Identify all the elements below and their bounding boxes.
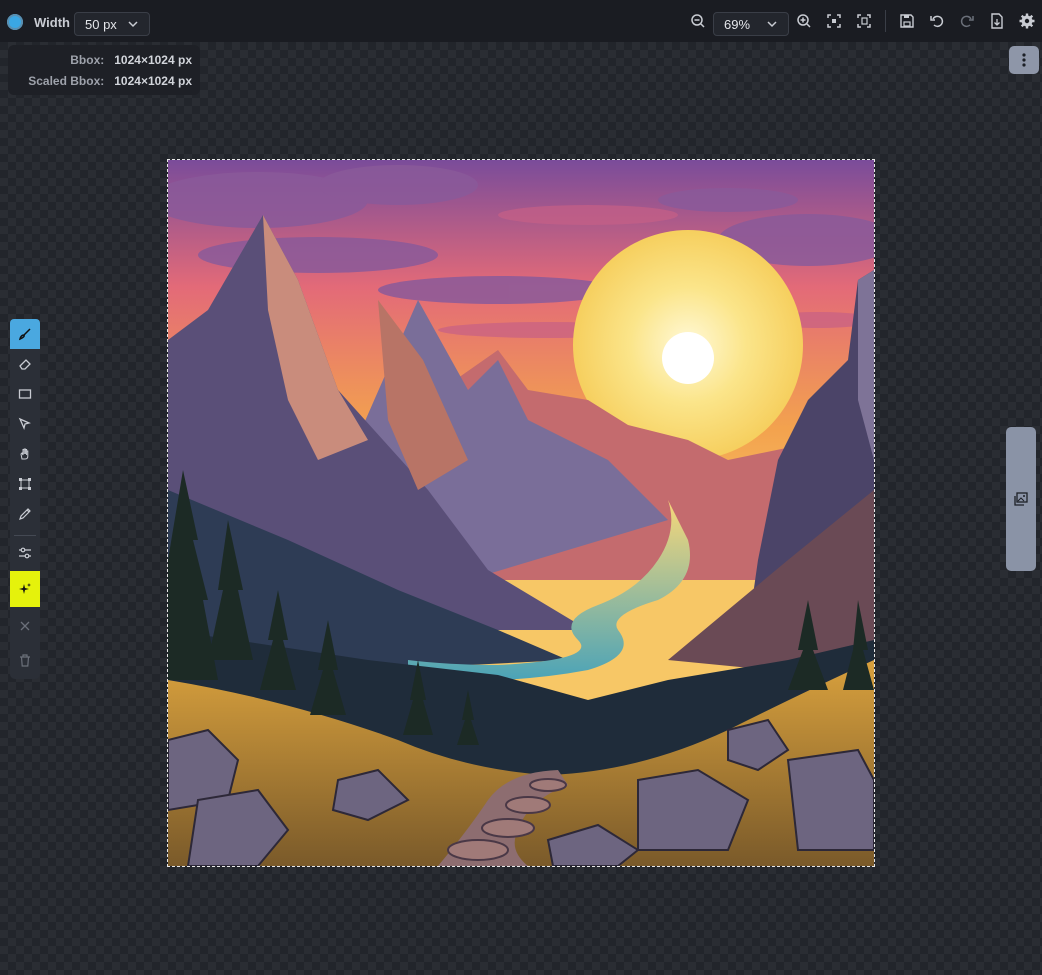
bbox-info-panel: Bbox: 1024×1024 px Scaled Bbox: 1024×102… bbox=[8, 45, 200, 95]
fit-bbox-icon[interactable] bbox=[855, 12, 873, 30]
hand-tool[interactable] bbox=[10, 439, 40, 469]
color-picker-tool[interactable] bbox=[10, 499, 40, 529]
delete-tool[interactable] bbox=[10, 645, 40, 675]
landscape-artwork bbox=[168, 160, 874, 866]
zoom-select[interactable]: 69% bbox=[713, 12, 789, 36]
settings-icon[interactable] bbox=[1018, 12, 1036, 30]
chevron-down-icon bbox=[128, 21, 138, 28]
scaled-bbox-row: Scaled Bbox: 1024×1024 px bbox=[28, 74, 192, 88]
trash-icon bbox=[20, 654, 30, 667]
scaled-bbox-value: 1024×1024 px bbox=[114, 74, 192, 88]
color-picker-icon bbox=[19, 508, 31, 520]
top-toolbar: Width 50 px 69% bbox=[0, 0, 1042, 42]
width-select[interactable]: 50 px bbox=[74, 12, 150, 36]
rectangle-tool[interactable] bbox=[10, 379, 40, 409]
scaled-bbox-label: Scaled Bbox: bbox=[28, 74, 105, 88]
transform-tool[interactable] bbox=[10, 469, 40, 499]
hand-icon bbox=[20, 448, 29, 460]
move-icon bbox=[18, 417, 31, 430]
fit-icon[interactable] bbox=[825, 12, 843, 30]
brush-tool[interactable] bbox=[10, 319, 40, 349]
zoom-value: 69% bbox=[724, 16, 751, 32]
bbox-value: 1024×1024 px bbox=[114, 53, 192, 67]
brush-color-swatch[interactable] bbox=[7, 14, 23, 30]
magic-tool[interactable] bbox=[10, 571, 40, 607]
redo-icon[interactable] bbox=[958, 12, 976, 30]
undo-icon[interactable] bbox=[928, 12, 946, 30]
adjust-icon bbox=[19, 547, 31, 559]
more-vertical-icon bbox=[1022, 53, 1026, 67]
eraser-tool[interactable] bbox=[10, 349, 40, 379]
eraser-icon bbox=[19, 359, 31, 370]
toolbar-divider bbox=[885, 10, 886, 32]
layers-panel-toggle[interactable] bbox=[1006, 427, 1036, 571]
move-tool[interactable] bbox=[10, 409, 40, 439]
canvas-image[interactable] bbox=[167, 159, 875, 867]
save-icon[interactable] bbox=[898, 12, 916, 30]
adjust-tool[interactable] bbox=[10, 538, 40, 568]
tool-palette bbox=[10, 319, 40, 679]
clear-tool[interactable] bbox=[10, 611, 40, 641]
rectangle-icon bbox=[18, 389, 32, 399]
magic-icon bbox=[19, 583, 31, 594]
canvas-menu-button[interactable] bbox=[1009, 46, 1039, 74]
bbox-label: Bbox: bbox=[70, 53, 105, 67]
width-value: 50 px bbox=[85, 16, 117, 32]
zoom-in-icon[interactable] bbox=[795, 12, 813, 30]
transform-icon bbox=[19, 478, 31, 490]
width-label: Width bbox=[34, 15, 70, 30]
bbox-row: Bbox: 1024×1024 px bbox=[70, 53, 192, 67]
close-icon bbox=[20, 621, 30, 631]
export-icon[interactable] bbox=[988, 12, 1006, 30]
zoom-out-icon[interactable] bbox=[689, 12, 707, 30]
chevron-down-icon bbox=[767, 21, 777, 28]
brush-icon bbox=[18, 328, 31, 341]
tool-divider bbox=[14, 535, 36, 536]
layers-icon bbox=[1014, 492, 1028, 506]
